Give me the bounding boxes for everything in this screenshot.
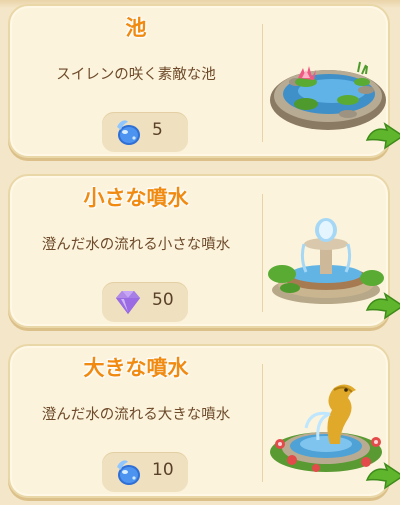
item-title: 小さな噴水 bbox=[83, 186, 189, 210]
card-divider bbox=[262, 194, 263, 312]
card-divider bbox=[262, 364, 263, 482]
cost-pill: 5 bbox=[102, 112, 188, 152]
cost-value: 5 bbox=[152, 120, 163, 140]
shop-item-small-fountain[interactable]: 小さな噴水 澄んだ水の流れる小さな噴水 50 bbox=[8, 174, 400, 328]
water-drop-icon bbox=[117, 460, 140, 485]
cost-value: 50 bbox=[152, 290, 174, 310]
purple-gem-icon bbox=[116, 291, 140, 314]
item-title: 大きな噴水 bbox=[83, 356, 189, 380]
shop-item-pond[interactable]: 池 スイレンの咲く素敵な池 5 bbox=[8, 4, 400, 158]
card-divider bbox=[262, 24, 263, 142]
cost-pill: 10 bbox=[102, 452, 188, 492]
item-description: 澄んだ水の流れる小さな噴水 bbox=[41, 237, 231, 253]
shop-item-large-fountain[interactable]: 大きな噴水 澄んだ水の流れる大きな噴水 10 bbox=[8, 344, 400, 498]
go-arrow-button[interactable] bbox=[363, 290, 400, 324]
go-arrow-button[interactable] bbox=[363, 460, 400, 494]
item-description: 澄んだ水の流れる大きな噴水 bbox=[41, 407, 231, 423]
water-drop-icon bbox=[117, 120, 140, 145]
item-title: 池 bbox=[125, 16, 147, 40]
go-arrow-button[interactable] bbox=[363, 120, 400, 154]
item-description: スイレンの咲く素敵な池 bbox=[56, 67, 216, 83]
cost-pill: 50 bbox=[102, 282, 188, 322]
cost-value: 10 bbox=[152, 460, 174, 480]
